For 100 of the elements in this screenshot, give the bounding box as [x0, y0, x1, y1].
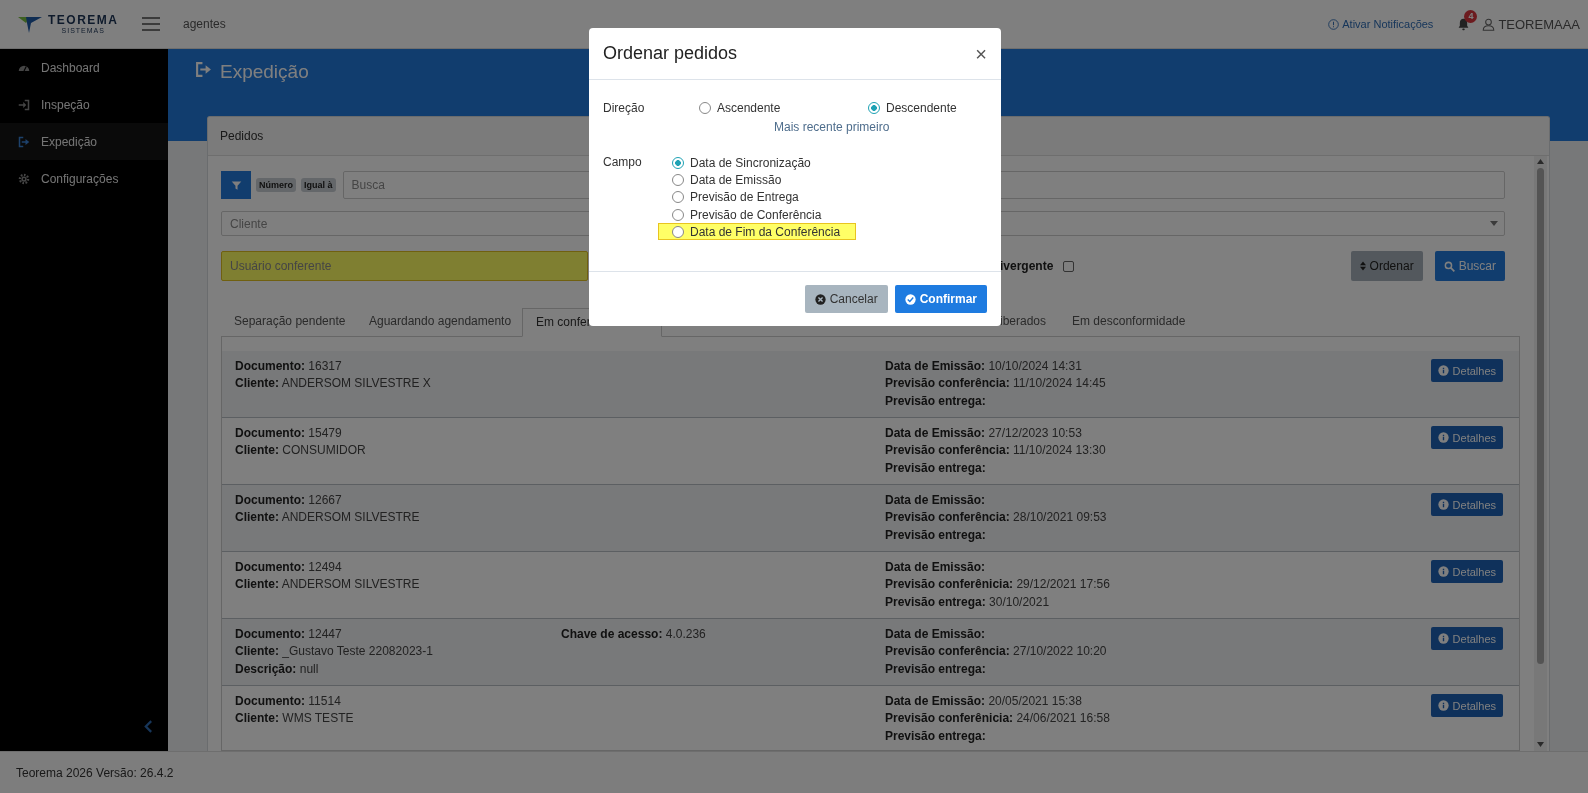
- field-text: Documento: 12667: [235, 492, 343, 509]
- field-text: Cliente: _Gustavo Teste 22082023-1: [235, 643, 434, 661]
- sign-in-icon: [18, 98, 30, 111]
- radio-button[interactable]: [699, 102, 711, 114]
- sign-out-icon: [195, 61, 212, 78]
- info-icon: [1437, 499, 1449, 510]
- info-icon: [1437, 700, 1449, 711]
- field-text: Previsão entrega:: [885, 459, 987, 477]
- field-text: Cliente: ANDERSOM SILVESTRE: [235, 576, 421, 594]
- user-icon: [1482, 17, 1496, 31]
- confirm-button[interactable]: Confirmar: [894, 285, 987, 314]
- menu-icon[interactable]: [142, 17, 160, 31]
- field-text: Previsão entrega:: [885, 526, 987, 544]
- field-text: Previsão conferênicia: 24/06/2021 16:58: [885, 710, 1111, 728]
- field-text: Documento: 12494: [235, 559, 343, 576]
- details-button[interactable]: Detalhes: [1430, 493, 1503, 516]
- dialog-title: Ordenar pedidos: [603, 43, 738, 64]
- field-text: Cliente: WMS TESTE: [235, 710, 355, 728]
- radio-button[interactable]: [672, 191, 684, 204]
- field-text: Documento: 15479: [235, 425, 343, 442]
- sign-out-icon: [18, 135, 30, 148]
- radio-label: Data de Sincronização: [690, 155, 811, 170]
- filter-tag: Igual à: [301, 178, 336, 192]
- field-text: Cliente: ANDERSOM SILVESTRE: [235, 509, 421, 527]
- radio-button[interactable]: [672, 173, 684, 186]
- tab[interactable]: Aguardando agendamento: [356, 308, 522, 336]
- notification-badge: 4: [1464, 9, 1478, 23]
- info-icon: [1437, 633, 1449, 644]
- user-name: TEOREMAAA: [1498, 16, 1580, 32]
- close-button[interactable]: ×: [975, 43, 987, 64]
- field-text: Previsão entrega: 30/10/2021: [885, 593, 1051, 611]
- field-text: Documento: 11514: [235, 693, 342, 710]
- field-text: Previsão conferência: 11/10/2024 13:30: [885, 442, 1107, 460]
- radio-button[interactable]: [868, 102, 880, 114]
- radio-label: Ascendente: [717, 101, 781, 115]
- info-icon: [1437, 566, 1449, 577]
- radio-label: Data de Emissão: [690, 172, 782, 187]
- user-field[interactable]: Usuário conferente: [221, 251, 588, 281]
- field-text: Data de Emissão: 20/05/2021 15:38: [885, 693, 1083, 710]
- field-label: Campo: [603, 154, 643, 171]
- details-button[interactable]: Detalhes: [1430, 560, 1503, 583]
- radio-label: Data de Fim da Conferência: [690, 224, 841, 239]
- radio-button[interactable]: [672, 208, 684, 221]
- scrollbar[interactable]: [1534, 156, 1547, 751]
- field-text: Cliente: CONSUMIDOR: [235, 442, 367, 460]
- hint-text: Mais recente primeiro: [773, 119, 891, 135]
- logo-icon: [18, 15, 42, 33]
- details-button[interactable]: Detalhes: [1430, 627, 1503, 650]
- sort-button[interactable]: Ordenar: [1350, 251, 1423, 281]
- search-button[interactable]: Buscar: [1434, 251, 1505, 281]
- field-text: Data de Emissão:: [885, 492, 987, 509]
- field-text: Previsão conferência: 11/10/2024 14:45: [885, 375, 1107, 393]
- details-button[interactable]: Detalhes: [1430, 359, 1503, 382]
- sidebar-item[interactable]: Dashboard: [0, 49, 168, 86]
- cancel-button[interactable]: Cancelar: [804, 285, 888, 314]
- radio-label: Previsão de Entrega: [690, 190, 799, 205]
- filter-tag: Número: [256, 178, 296, 192]
- field-text: Cliente: ANDERSOM SILVESTRE X: [235, 375, 432, 393]
- logo-text: TEOREMA: [48, 14, 119, 26]
- tab[interactable]: Em desconformidade: [1059, 308, 1199, 336]
- chevron-left-icon[interactable]: [144, 720, 153, 733]
- field-text: Previsão conferência: 28/10/2021 09:53: [885, 509, 1108, 527]
- settings-icon: [18, 172, 30, 185]
- tab[interactable]: Separação pendente: [221, 308, 356, 336]
- details-button[interactable]: Detalhes: [1430, 694, 1503, 717]
- search-icon: [1443, 260, 1455, 272]
- field-text: Chave de acesso: 4.0.236: [561, 626, 707, 643]
- check-circle-icon: [904, 294, 916, 305]
- bell-icon[interactable]: [1457, 17, 1471, 31]
- filter-icon: [230, 179, 242, 191]
- details-button[interactable]: Detalhes: [1430, 426, 1503, 449]
- breadcrumb: agentes: [183, 17, 226, 31]
- field-text: Previsão entrega:: [885, 727, 987, 745]
- notifications-link[interactable]: Ativar Notificações: [1328, 18, 1434, 30]
- field-text: Previsão entrega:: [885, 392, 987, 410]
- field-text: Data de Emissão: 10/10/2024 14:31: [885, 358, 1083, 375]
- field-text: Documento: 12447: [235, 626, 343, 643]
- filter-button[interactable]: [221, 171, 251, 199]
- version-text: Teorema 2026 Versão: 26.4.2: [16, 765, 174, 780]
- page-title: Expedição: [220, 61, 309, 83]
- radio-button[interactable]: [672, 225, 684, 238]
- sidebar-item[interactable]: Configurações: [0, 160, 168, 197]
- field-text: Data de Emissão:: [885, 559, 987, 576]
- field-text: Previsão conferência: 27/10/2022 10:20: [885, 643, 1108, 661]
- checkbox-label: ivergente: [1000, 259, 1054, 273]
- info-icon: [1328, 18, 1340, 30]
- field-text: Data de Emissão: 27/12/2023 10:53: [885, 425, 1083, 442]
- radio-label: Previsão de Conferência: [690, 207, 822, 222]
- sidebar-item[interactable]: Inspeção: [0, 86, 168, 123]
- sort-icon: [1359, 261, 1366, 271]
- field-text: Descrição: null: [235, 660, 320, 678]
- radio-button[interactable]: [672, 156, 684, 169]
- sidebar-item[interactable]: Expedição: [0, 123, 168, 160]
- radio-label: Descendente: [886, 101, 957, 115]
- info-icon: [1437, 365, 1449, 376]
- field-text: Data de Emissão:: [885, 626, 987, 643]
- field-text: Previsão entrega:: [885, 660, 987, 678]
- caret-icon: [1490, 221, 1498, 226]
- checkbox[interactable]: [1063, 260, 1075, 272]
- info-icon: [1437, 432, 1449, 443]
